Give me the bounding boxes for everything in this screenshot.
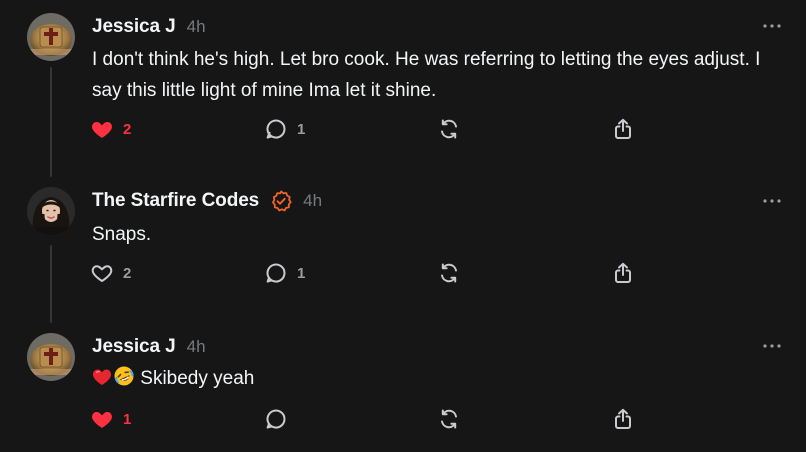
thread-line: [50, 67, 52, 177]
like-button[interactable]: 1: [90, 407, 131, 431]
avatar[interactable]: [27, 13, 75, 61]
reply-button[interactable]: 1: [264, 261, 305, 285]
red-heart-emoji: [92, 369, 112, 385]
repost-icon: [441, 119, 457, 139]
like-button[interactable]: 2: [90, 117, 131, 141]
action-bar: 2 1: [90, 261, 650, 285]
thread-line: [50, 245, 52, 323]
share-icon: [615, 262, 631, 283]
repost-button[interactable]: [437, 117, 461, 141]
more-options-icon[interactable]: [762, 21, 782, 31]
username[interactable]: Jessica J: [92, 16, 176, 38]
post-header: Jessica J 4h: [92, 15, 206, 39]
reply-count: 1: [297, 264, 306, 282]
more-options-icon[interactable]: [762, 341, 782, 351]
verified-badge-icon: [272, 190, 292, 212]
share-icon: [615, 408, 631, 429]
timestamp[interactable]: 4h: [187, 337, 206, 357]
like-count: 2: [123, 120, 132, 138]
repost-icon: [441, 409, 457, 429]
like-count: 2: [123, 264, 132, 282]
timestamp[interactable]: 4h: [303, 191, 322, 211]
share-button[interactable]: [611, 261, 635, 285]
timestamp[interactable]: 4h: [187, 17, 206, 37]
heart-filled-icon: [92, 122, 112, 138]
reply-button[interactable]: 1: [264, 117, 305, 141]
share-button[interactable]: [611, 407, 635, 431]
reply-count: 1: [297, 120, 306, 138]
comment-icon: [266, 409, 286, 429]
rolling-laughing-emoji: [114, 366, 134, 386]
heart-outline-icon: [91, 265, 113, 282]
like-button[interactable]: 2: [90, 261, 131, 285]
post-header: Jessica J 4h: [92, 335, 206, 359]
comment-icon: [266, 263, 286, 283]
action-bar: 2 1: [90, 117, 650, 141]
like-count: 1: [123, 410, 132, 428]
post-text: Snaps.: [92, 224, 152, 245]
avatar[interactable]: [27, 187, 75, 235]
avatar[interactable]: [27, 333, 75, 381]
share-button[interactable]: [611, 117, 635, 141]
post-text: Skibedy yeah: [92, 363, 772, 394]
post-header: The Starfire Codes 4h: [92, 189, 322, 213]
username[interactable]: Jessica J: [92, 336, 176, 358]
action-bar: 1: [90, 407, 650, 431]
cross-ring-avatar-image: [27, 13, 75, 61]
comment-icon: [266, 119, 286, 139]
repost-icon: [441, 263, 457, 283]
reply-button[interactable]: [264, 407, 288, 431]
repost-button[interactable]: [437, 261, 461, 285]
post-text: I don't think he's high. Let bro cook. H…: [92, 49, 761, 101]
heart-filled-icon: [92, 412, 112, 428]
post-text-content: Skibedy yeah: [140, 368, 255, 389]
repost-button[interactable]: [437, 407, 461, 431]
portrait-avatar-image: [27, 187, 75, 235]
username[interactable]: The Starfire Codes: [92, 190, 259, 212]
more-options-icon[interactable]: [762, 196, 782, 206]
cross-ring-avatar-image: [27, 333, 75, 381]
share-icon: [615, 118, 631, 139]
